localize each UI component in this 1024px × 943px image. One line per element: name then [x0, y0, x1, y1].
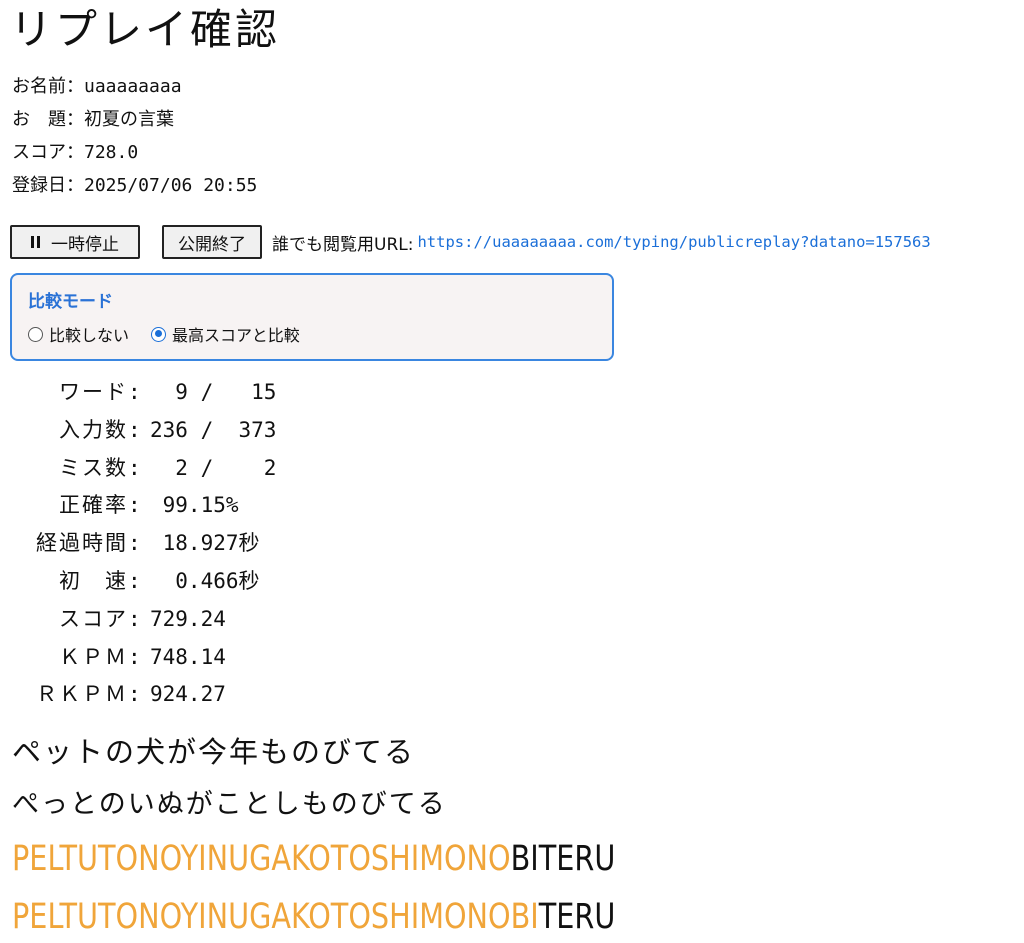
romaji-line-compare: PELTUTONOYINUGAKOTOSHIMONOBITERU — [12, 894, 615, 940]
info-score-value: 728.0 — [84, 142, 139, 163]
stat-kpm-label: ＫＰＭ — [59, 644, 128, 669]
compare-option-none[interactable]: 比較しない — [28, 322, 129, 346]
stat-words-label: ワード — [59, 380, 128, 404]
stat-score-value: 729.24 — [150, 606, 226, 631]
info-topic-value: 初夏の言葉 — [84, 109, 174, 130]
stat-inputs: 入力数:236 / 373 — [10, 412, 276, 450]
radio-checked-icon[interactable] — [151, 326, 167, 342]
info-name-value: uaaaaaaaa — [84, 76, 182, 97]
stat-accuracy: 正確率: 99.15% — [10, 487, 276, 525]
word-kanji: ペットの犬が今年ものびてる — [12, 735, 416, 769]
end-public-button[interactable]: 公開終了 — [162, 225, 262, 259]
romaji-typed-compare: PELTUTONOYINUGAKOTOSHIMONOBI — [12, 897, 539, 937]
stat-kpm-value: 748.14 — [150, 644, 226, 669]
stat-score: スコア:729.24 — [10, 601, 276, 639]
compare-mode-options: 比較しない 最高スコアと比較 — [28, 322, 596, 346]
replay-controls: 一時停止 公開終了 誰でも閲覧用URL: https://uaaaaaaaa.c… — [10, 225, 931, 259]
stat-accuracy-label: 正確率 — [59, 493, 128, 518]
info-date-row: 登録日： 2025/07/06 20:55 — [12, 169, 257, 202]
pause-icon — [31, 236, 41, 248]
stat-first-speed-label: 初 速 — [59, 568, 128, 593]
stat-rkpm: ＲＫＰＭ:924.27 — [10, 676, 276, 714]
stat-first-speed-value: 0.466秒 — [150, 568, 260, 593]
romaji-line-replay: PELTUTONOYINUGAKOTOSHIMONOBITERU — [12, 836, 615, 882]
info-score-row: スコア： 728.0 — [12, 136, 257, 169]
compare-option-none-label: 比較しない — [49, 326, 130, 345]
page-title: リプレイ確認 — [10, 5, 281, 54]
stat-misses-value: 2 / 2 — [150, 455, 277, 480]
info-topic-row: お 題： 初夏の言葉 — [12, 103, 257, 136]
stat-kpm: ＫＰＭ:748.14 — [10, 639, 276, 677]
replay-info: お名前： uaaaaaaaa お 題： 初夏の言葉 スコア： 728.0 登録日… — [12, 70, 257, 202]
info-name-row: お名前： uaaaaaaaa — [12, 70, 257, 103]
word-kana: ぺっとのいぬがことしものびてる — [12, 789, 447, 820]
compare-mode-panel: 比較モード 比較しない 最高スコアと比較 — [10, 273, 614, 361]
stat-misses: ミス数: 2 / 2 — [10, 450, 276, 488]
stat-elapsed-label: 経過時間 — [36, 531, 128, 556]
compare-option-best[interactable]: 最高スコアと比較 — [151, 322, 300, 346]
compare-option-best-label: 最高スコアと比較 — [172, 326, 300, 345]
stat-misses-label: ミス数 — [59, 455, 128, 480]
compare-mode-title: 比較モード — [28, 292, 113, 312]
pause-button-label: 一時停止 — [51, 234, 119, 255]
stat-words: ワード: 9 / 15 — [10, 374, 276, 412]
info-score-label: スコア： — [12, 142, 84, 163]
replay-stats: ワード: 9 / 15 入力数:236 / 373 ミス数: 2 / 2 正確率… — [10, 374, 276, 714]
romaji-remaining: BITERU — [510, 839, 616, 879]
stat-first-speed: 初 速: 0.466秒 — [10, 563, 276, 601]
stat-score-label: スコア — [59, 606, 128, 631]
romaji-remaining-compare: TERU — [538, 897, 616, 937]
info-date-value: 2025/07/06 20:55 — [84, 175, 258, 196]
pause-button[interactable]: 一時停止 — [10, 225, 140, 259]
info-topic-label: お 題： — [12, 109, 84, 130]
info-name-label: お名前： — [12, 76, 84, 97]
stat-accuracy-value: 99.15% — [150, 493, 239, 518]
stat-elapsed-value: 18.927秒 — [150, 531, 260, 556]
stat-elapsed: 経過時間: 18.927秒 — [10, 525, 276, 563]
stat-inputs-value: 236 / 373 — [150, 417, 277, 442]
info-date-label: 登録日： — [12, 175, 84, 196]
public-url-link[interactable]: https://uaaaaaaaa.com/typing/publicrepla… — [417, 233, 930, 251]
stat-rkpm-value: 924.27 — [150, 682, 226, 707]
public-url-label: 誰でも閲覧用URL: — [272, 234, 414, 255]
radio-unchecked-icon[interactable] — [28, 326, 43, 342]
romaji-typed: PELTUTONOYINUGAKOTOSHIMONO — [12, 839, 511, 879]
stat-rkpm-label: ＲＫＰＭ — [36, 682, 128, 707]
stat-words-value: 9 / 15 — [150, 380, 277, 404]
stat-inputs-label: 入力数 — [59, 417, 128, 442]
